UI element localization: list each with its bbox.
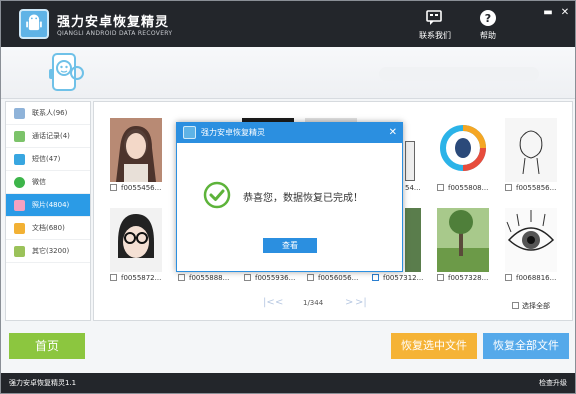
photo-checkbox[interactable] xyxy=(110,274,117,281)
portrait-photo xyxy=(110,118,162,182)
dialog-message: 恭喜您，数据恢复已完成！ xyxy=(243,193,363,204)
photo-thumbnail[interactable] xyxy=(505,118,557,182)
photo-thumbnail[interactable] xyxy=(437,118,489,182)
home-button[interactable]: 首页 xyxy=(9,333,85,359)
qq-logo-photo xyxy=(440,125,486,171)
phone-icon xyxy=(14,131,25,142)
contacts-icon xyxy=(14,108,25,119)
sidebar-item-call-log[interactable]: 通话记录(4) xyxy=(6,125,90,148)
sketch-photo xyxy=(505,118,557,182)
first-page-button[interactable]: |< xyxy=(263,297,275,308)
app-subtitle: QIANGLI ANDROID DATA RECOVERY xyxy=(57,30,173,37)
minimize-button[interactable]: ▬ xyxy=(542,7,554,18)
photo-filename[interactable]: f0055872... xyxy=(110,274,180,282)
photo-checkbox[interactable] xyxy=(110,184,117,191)
app-logo-icon xyxy=(183,126,196,139)
recover-selected-button[interactable]: 恢复选中文件 xyxy=(391,333,477,359)
other-files-icon xyxy=(14,246,25,257)
photo-checkbox[interactable] xyxy=(244,274,251,281)
page-indicator: 1/344 xyxy=(303,299,324,307)
sidebar-item-other[interactable]: 其它(3200) xyxy=(6,240,90,263)
help-icon: ? xyxy=(480,10,496,26)
title-bar: 强力安卓恢复精灵 QIANGLI ANDROID DATA RECOVERY 联… xyxy=(1,1,575,47)
help-label: 帮助 xyxy=(480,31,496,40)
select-all-label: 选择全部 xyxy=(522,302,550,310)
photo-checkbox[interactable] xyxy=(437,184,444,191)
app-logo xyxy=(19,9,49,39)
android-icon xyxy=(26,14,42,31)
sidebar-item-contacts[interactable]: 联系人(96) xyxy=(6,102,90,125)
category-sidebar: 联系人(96) 通话记录(4) 短信(47) 微信 照片(4804) 文档(68… xyxy=(5,101,91,321)
wechat-icon xyxy=(14,177,25,188)
phone-mascot-icon xyxy=(49,53,84,91)
photo-thumbnail[interactable] xyxy=(505,208,557,272)
sidebar-item-label: 文档(680) xyxy=(32,224,65,232)
sidebar-item-documents[interactable]: 文档(680) xyxy=(6,217,90,240)
help-button[interactable]: ? 帮助 xyxy=(466,9,510,41)
photo-checkbox[interactable] xyxy=(307,274,314,281)
sidebar-item-label: 通话记录(4) xyxy=(32,132,70,140)
contact-us-label: 联系我们 xyxy=(419,31,451,40)
close-button[interactable]: ✕ xyxy=(559,7,571,18)
photo-filename[interactable]: f0068816... xyxy=(505,274,575,282)
version-label: 强力安卓恢复精灵1.1 xyxy=(9,379,77,387)
banner-search-bar xyxy=(379,67,539,81)
photo-filename[interactable]: f0057328... xyxy=(437,274,507,282)
photo-filename[interactable]: f0056056... xyxy=(307,274,377,282)
photo-thumbnail[interactable] xyxy=(405,208,421,272)
photo-checkbox-checked[interactable] xyxy=(372,274,379,281)
sidebar-item-label: 短信(47) xyxy=(32,155,61,163)
view-button[interactable]: 查看 xyxy=(263,238,317,253)
photo-filename[interactable]: f0055856... xyxy=(505,184,575,192)
check-update-link[interactable]: 检查升级 xyxy=(539,373,567,393)
prev-page-button[interactable]: < xyxy=(275,297,283,308)
chat-icon xyxy=(426,10,442,25)
document-icon xyxy=(14,223,25,234)
photo-checkbox[interactable] xyxy=(437,274,444,281)
photo-filename[interactable]: f0055888... xyxy=(178,274,248,282)
message-icon xyxy=(14,154,25,165)
sidebar-item-photos[interactable]: 照片(4804) xyxy=(6,194,90,217)
photo-filename[interactable]: f0055936... xyxy=(244,274,314,282)
sidebar-item-label: 微信 xyxy=(32,178,46,186)
photo-filename[interactable]: f0055456... xyxy=(110,184,180,192)
photo-filename[interactable]: f0055808... xyxy=(437,184,507,192)
success-check-icon xyxy=(203,181,231,209)
photo-thumbnail[interactable] xyxy=(405,141,415,181)
sidebar-item-sms[interactable]: 短信(47) xyxy=(6,148,90,171)
photo-thumbnail[interactable] xyxy=(437,208,489,272)
sidebar-item-label: 联系人(96) xyxy=(32,109,68,117)
app-window: 强力安卓恢复精灵 QIANGLI ANDROID DATA RECOVERY 联… xyxy=(0,0,576,394)
photo-thumbnail[interactable] xyxy=(110,118,162,182)
banner xyxy=(1,47,575,99)
svg-text:?: ? xyxy=(485,12,491,25)
photo-thumbnail[interactable] xyxy=(110,208,162,272)
park-photo xyxy=(437,208,489,272)
photo-filename[interactable]: f0057312... xyxy=(372,274,442,282)
sidebar-item-label: 其它(3200) xyxy=(32,247,70,255)
status-bar: 强力安卓恢复精灵1.1 检查升级 xyxy=(1,373,575,393)
sidebar-item-wechat[interactable]: 微信 xyxy=(6,171,90,194)
dialog-title-bar: 强力安卓恢复精灵 ✕ xyxy=(177,123,402,143)
contact-us-button[interactable]: 联系我们 xyxy=(413,9,457,41)
dialog-title: 强力安卓恢复精灵 xyxy=(201,128,265,137)
dialog-close-button[interactable]: ✕ xyxy=(389,123,397,143)
select-all-checkbox[interactable]: 选择全部 xyxy=(512,301,550,311)
photo-checkbox[interactable] xyxy=(505,274,512,281)
app-title: 强力安卓恢复精灵 xyxy=(57,15,170,30)
recover-all-button[interactable]: 恢复全部文件 xyxy=(483,333,569,359)
recovery-complete-dialog: 强力安卓恢复精灵 ✕ 恭喜您，数据恢复已完成！ 查看 xyxy=(176,122,403,272)
last-page-button[interactable]: >| xyxy=(355,297,367,308)
photo-checkbox[interactable] xyxy=(178,274,185,281)
sidebar-item-label: 照片(4804) xyxy=(32,201,70,209)
photo-checkbox[interactable] xyxy=(505,184,512,191)
glasses-portrait-photo xyxy=(110,208,162,272)
photo-icon xyxy=(14,200,25,211)
select-all-box[interactable] xyxy=(512,302,519,309)
next-page-button[interactable]: > xyxy=(345,297,353,308)
eye-sketch-photo xyxy=(505,208,557,272)
